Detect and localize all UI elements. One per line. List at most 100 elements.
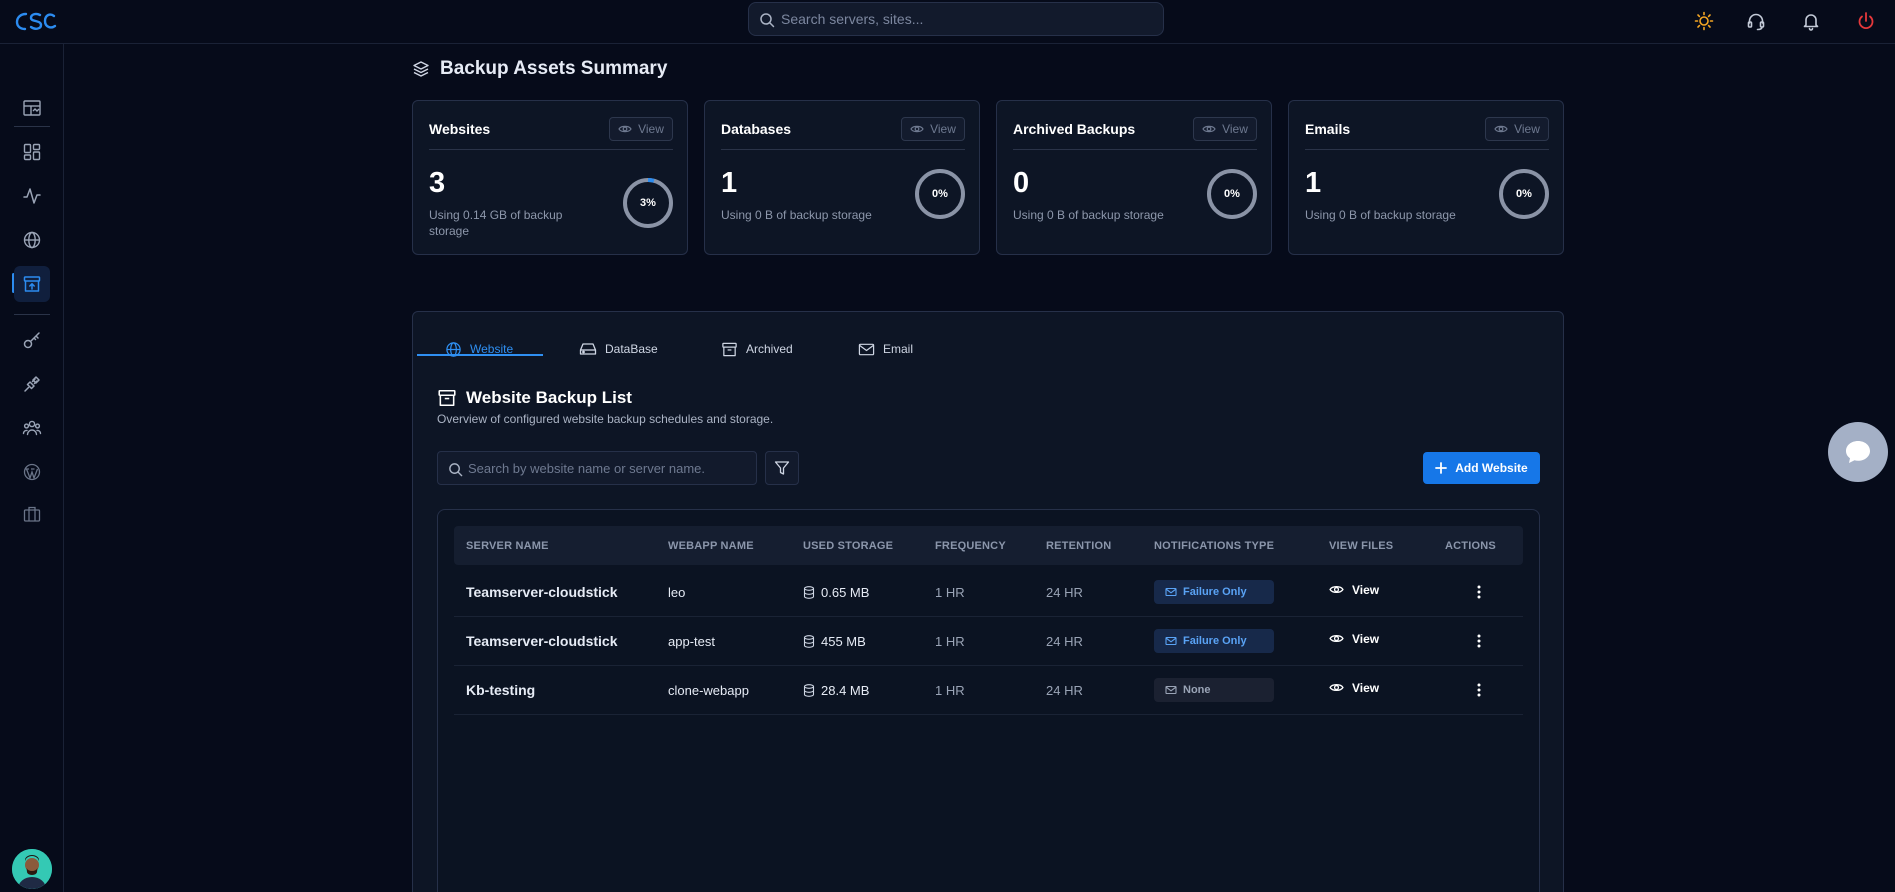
website-search[interactable] [437, 451, 757, 485]
tab-archived[interactable]: Archived [721, 332, 793, 366]
used-storage: 28.4 MB [803, 683, 869, 698]
key-icon[interactable] [14, 322, 50, 358]
add-website-button[interactable]: Add Website [1423, 452, 1540, 484]
headset-icon[interactable] [1743, 8, 1769, 34]
column-header: WEBAPP NAME [668, 540, 754, 552]
card-storage-text: Using 0 B of backup storage [721, 208, 872, 222]
emails-card: Emails View 1 Using 0 B of backup storag… [1288, 100, 1564, 255]
notification-badge: Failure Only [1154, 580, 1274, 604]
eye-icon [910, 125, 924, 133]
table-row[interactable]: Teamserver-cloudstick leo 0.65 MB 1 HR 2… [454, 568, 1523, 617]
frequency: 1 HR [935, 634, 965, 649]
column-header: RETENTION [1046, 540, 1112, 552]
webapp-name: app-test [668, 634, 715, 649]
bell-icon[interactable] [1798, 8, 1824, 34]
website-search-input[interactable] [468, 452, 748, 484]
summary-header: Backup Assets Summary [412, 58, 667, 80]
card-title: Emails [1305, 121, 1351, 137]
mail-icon [1165, 587, 1177, 597]
server-name: Teamserver-cloudstick [466, 633, 618, 649]
column-header: USED STORAGE [803, 540, 894, 552]
plus-icon [1435, 462, 1448, 474]
card-title: Archived Backups [1013, 121, 1136, 137]
card-divider [1013, 149, 1257, 150]
column-header: FREQUENCY [935, 540, 1006, 552]
eye-icon [618, 125, 632, 133]
column-header: VIEW FILES [1329, 540, 1394, 552]
plug-icon[interactable] [14, 366, 50, 402]
eye-icon [1329, 684, 1344, 691]
filter-icon [774, 461, 790, 475]
sidebar [0, 44, 64, 892]
power-icon[interactable] [1853, 8, 1879, 34]
row-actions-menu[interactable] [1469, 631, 1489, 651]
retention: 24 HR [1046, 585, 1083, 600]
storage-percent: 0% [1516, 188, 1532, 200]
sun-icon[interactable] [1691, 8, 1717, 34]
team-icon[interactable] [14, 410, 50, 446]
column-header: SERVER NAME [466, 540, 549, 552]
card-storage-text: Using 0 B of backup storage [1305, 208, 1456, 222]
storage-percent: 3% [640, 197, 656, 209]
sidebar-divider [14, 126, 50, 127]
storage-ring: 0% [1206, 168, 1258, 220]
table-header: SERVER NAME WEBAPP NAME USED STORAGE FRE… [454, 526, 1523, 565]
archive-icon [438, 390, 456, 406]
filter-button[interactable] [765, 451, 799, 485]
dashboard-icon[interactable] [14, 90, 50, 126]
row-actions-menu[interactable] [1469, 680, 1489, 700]
storage-percent: 0% [932, 188, 948, 200]
user-avatar[interactable] [12, 849, 52, 889]
eye-icon [1329, 586, 1344, 593]
backup-icon[interactable] [14, 266, 50, 302]
chat-widget-button[interactable] [1828, 422, 1888, 482]
briefcase-icon[interactable] [14, 496, 50, 532]
webapp-name: leo [668, 585, 686, 600]
global-search[interactable] [748, 2, 1164, 36]
database-icon [803, 586, 815, 599]
summary-title: Backup Assets Summary [440, 58, 668, 79]
table-row[interactable]: Teamserver-cloudstick app-test 455 MB 1 … [454, 617, 1523, 666]
card-divider [1305, 149, 1549, 150]
card-view-button[interactable]: View [1485, 117, 1549, 141]
global-search-input[interactable] [781, 3, 1151, 35]
card-divider [429, 149, 673, 150]
tab-email[interactable]: Email [858, 332, 913, 366]
mail-icon [1165, 685, 1177, 695]
retention: 24 HR [1046, 683, 1083, 698]
cloudstick-logo[interactable] [14, 8, 58, 34]
card-count: 3 [429, 167, 446, 199]
view-files-link[interactable]: View [1329, 582, 1379, 597]
search-icon [449, 463, 463, 477]
wordpress-icon[interactable] [14, 454, 50, 490]
view-files-link[interactable]: View [1329, 631, 1379, 646]
list-subtitle: Overview of configured website backup sc… [437, 412, 774, 426]
tab-website[interactable]: Website [445, 332, 513, 366]
grid-icon[interactable] [14, 134, 50, 170]
column-header: ACTIONS [1445, 540, 1496, 552]
storage-ring: 0% [914, 168, 966, 220]
used-storage: 455 MB [803, 634, 866, 649]
storage-percent: 0% [1224, 188, 1240, 200]
server-name: Teamserver-cloudstick [466, 584, 618, 600]
card-view-button[interactable]: View [1193, 117, 1257, 141]
top-bar [0, 0, 1895, 44]
card-count: 1 [1305, 167, 1322, 199]
card-view-button[interactable]: View [901, 117, 965, 141]
table-row[interactable]: Kb-testing clone-webapp 28.4 MB 1 HR 24 … [454, 666, 1523, 715]
list-title: Website Backup List [466, 388, 632, 407]
server-name: Kb-testing [466, 682, 536, 698]
tab-database[interactable]: DataBase [579, 332, 658, 366]
view-files-link[interactable]: View [1329, 680, 1379, 695]
card-count: 1 [721, 167, 738, 199]
storage-ring: 3% [622, 177, 674, 229]
storage-ring: 0% [1498, 168, 1550, 220]
eye-icon [1329, 635, 1344, 642]
card-view-button[interactable]: View [609, 117, 673, 141]
card-title: Databases [721, 121, 792, 137]
eye-icon [1202, 125, 1216, 133]
activity-icon[interactable] [14, 178, 50, 214]
card-title: Websites [429, 121, 491, 137]
row-actions-menu[interactable] [1469, 582, 1489, 602]
globe-icon[interactable] [14, 222, 50, 258]
